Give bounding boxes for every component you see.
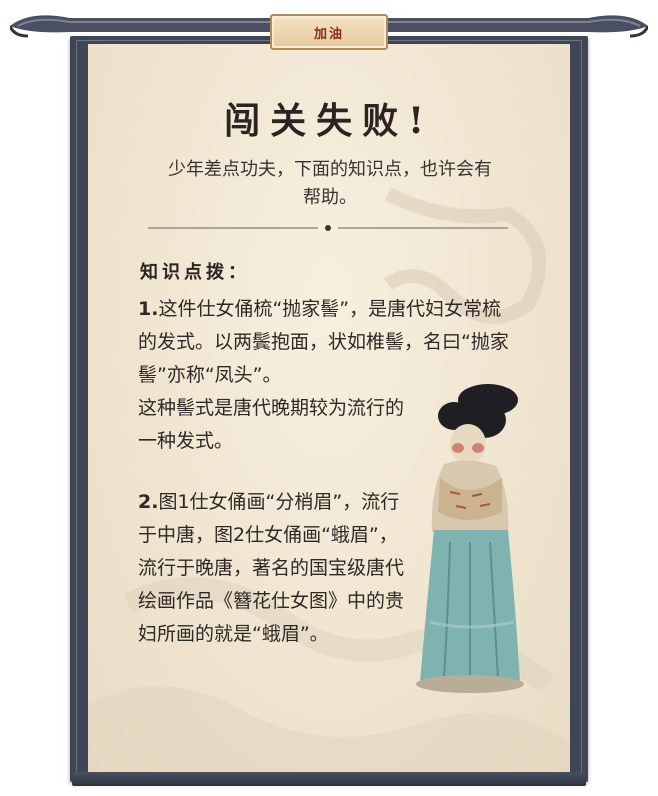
point-2-text: 图1仕女俑画“分梢眉”，流行于中唐，图2仕女俑画“蛾眉”，流行于晚唐，著名的国宝… [138, 491, 405, 645]
point-1-continued: 这种髻式是唐代晚期较为流行的一种发式。 [138, 392, 408, 458]
badge-label: 加油 [313, 26, 344, 42]
scroll-bottom-rod [72, 772, 586, 786]
point-1-tail: 这种髻式是唐代晚期较为流行的一种发式。 [138, 397, 405, 452]
section-heading: 知识点拨： [140, 262, 250, 283]
subtitle: 少年差点功夫，下面的知识点，也许会有帮助。 [168, 159, 492, 208]
page-title: 闯关失败! [224, 100, 434, 142]
point-1-number: 1. [138, 298, 159, 320]
point-1-text: 这件仕女俑梳“抛家髻”，是唐代妇女常梳的发式。以两鬓抱面，状如椎髻，名曰“抛家髻… [138, 298, 509, 386]
divider-dot-icon [325, 225, 331, 231]
point-1: 1.这件仕女俑梳“抛家髻”，是唐代妇女常梳的发式。以两鬓抱面，状如椎髻，名曰“抛… [138, 293, 518, 392]
divider [148, 225, 508, 231]
point-2: 2.图1仕女俑画“分梢眉”，流行于中唐，图2仕女俑画“蛾眉”，流行于晚唐，著名的… [138, 486, 408, 651]
tang-lady-figurine-icon [416, 384, 524, 693]
scroll-card: 加油 闯关失败! 少年差点功夫，下面的知识点，也许会有帮助。 知识点拨： 1.这… [0, 0, 658, 796]
cheer-badge: 加油 [270, 14, 388, 50]
point-2-number: 2. [138, 491, 159, 513]
